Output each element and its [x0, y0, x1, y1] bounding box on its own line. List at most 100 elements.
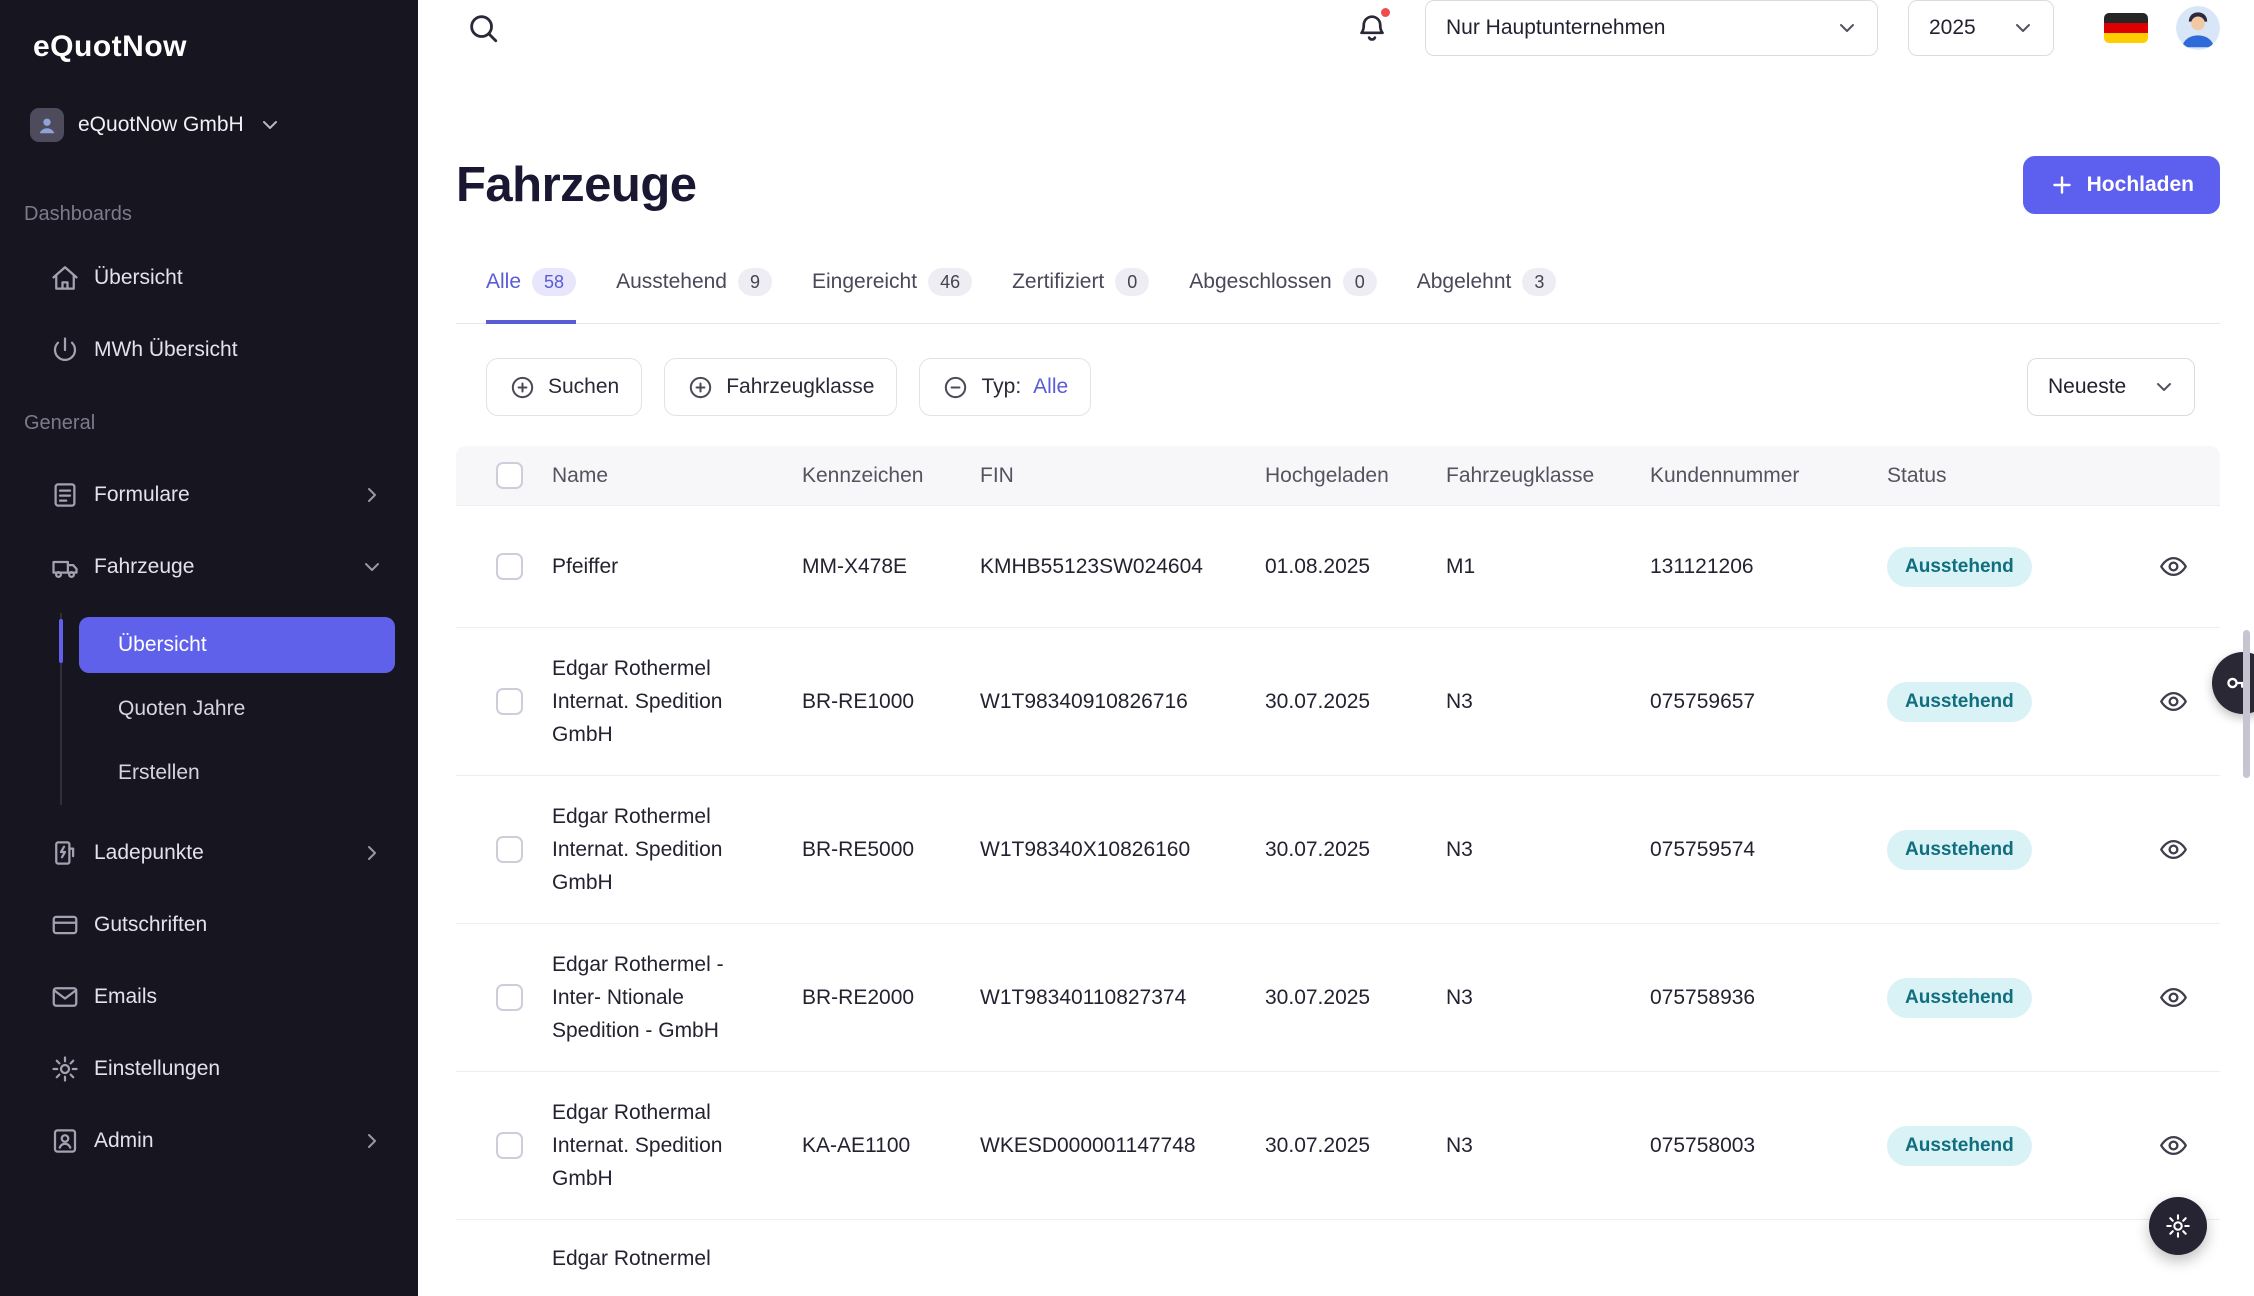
home-icon [50, 263, 80, 293]
cell-kennzeichen: KA-AE1100 [802, 1134, 980, 1158]
sidebar-item-fahrzeuge[interactable]: Fahrzeuge [0, 531, 418, 603]
sidebar-item-admin[interactable]: Admin [0, 1105, 418, 1177]
tab-abgelehnt[interactable]: Abgelehnt 3 [1417, 268, 1557, 324]
row-checkbox[interactable] [456, 553, 552, 580]
row-checkbox[interactable] [456, 836, 552, 863]
sidebar-item-label: Einstellungen [94, 1057, 220, 1081]
search-icon [466, 11, 500, 45]
cell-hochgeladen: 30.07.2025 [1265, 986, 1446, 1010]
column-header-status: Status [1887, 464, 2126, 488]
vehicle-class-filter-button[interactable]: Fahrzeugklasse [664, 358, 897, 416]
sidebar-item-uebersicht[interactable]: Übersicht [0, 242, 418, 314]
sidebar-item-gutschriften[interactable]: Gutschriften [0, 889, 418, 961]
topbar: Nur Hauptunternehmen 2025 [418, 0, 2254, 56]
view-row-button[interactable] [2158, 1130, 2189, 1161]
cell-kundennummer: 075759574 [1650, 838, 1887, 862]
view-row-button[interactable] [2158, 551, 2189, 582]
company-selector[interactable]: eQuotNow GmbH [30, 107, 418, 143]
sort-select[interactable]: Neueste [2027, 358, 2195, 416]
cell-fin: W1T98340X10826160 [980, 838, 1265, 862]
tab-ausstehend[interactable]: Ausstehend 9 [616, 268, 772, 324]
sidebar-item-mwh-uebersicht[interactable]: MWh Übersicht [0, 314, 418, 386]
chevron-down-icon [360, 555, 384, 579]
filter-bar: Suchen Fahrzeugklasse Typ: Alle Neueste [456, 358, 2220, 416]
sidebar-item-ladepunkte[interactable]: Ladepunkte [0, 817, 418, 889]
tab-label: Ausstehend [616, 268, 727, 296]
tab-count-badge: 3 [1522, 268, 1556, 296]
settings-fab-button[interactable] [2149, 1197, 2207, 1255]
fahrzeuge-submenu: Übersicht Quoten Jahre Erstellen [0, 603, 418, 817]
row-checkbox[interactable] [456, 984, 552, 1011]
chevron-down-icon [258, 113, 282, 137]
tab-label: Zertifiziert [1012, 268, 1104, 296]
table-row: Edgar Rothermel Internat. Spedition GmbH… [456, 628, 2220, 776]
credit-icon [50, 910, 80, 940]
company-filter-select[interactable]: Nur Hauptunternehmen [1425, 0, 1878, 56]
type-filter-button[interactable]: Typ: Alle [919, 358, 1091, 416]
status-badge: Ausstehend [1887, 547, 2032, 587]
tab-count-badge: 46 [928, 268, 972, 296]
select-all-checkbox[interactable] [456, 462, 552, 489]
upload-button[interactable]: Hochladen [2023, 156, 2220, 214]
cell-name: Edgar Rothermel Internat. Spedition GmbH [552, 800, 777, 899]
view-row-button[interactable] [2158, 982, 2189, 1013]
cell-name: Edgar Rotnermel [552, 1242, 777, 1275]
cell-kundennummer: 075758936 [1650, 986, 1887, 1010]
submenu-item-quoten-jahre[interactable]: Quoten Jahre [79, 681, 395, 737]
sidebar-item-einstellungen[interactable]: Einstellungen [0, 1033, 418, 1105]
german-flag-icon[interactable] [2104, 13, 2148, 43]
sidebar-section-dashboards: Dashboards [24, 203, 418, 226]
row-checkbox[interactable] [456, 688, 552, 715]
user-avatar[interactable] [2176, 6, 2220, 50]
table-header: Name Kennzeichen FIN Hochgeladen Fahrzeu… [456, 446, 2220, 506]
table-row: Edgar Rothermal Internat. Spedition GmbH… [456, 1072, 2220, 1220]
submenu-item-uebersicht[interactable]: Übersicht [79, 617, 395, 673]
filter-label: Typ: [981, 375, 1021, 399]
cell-kennzeichen: BR-RE1000 [802, 690, 980, 714]
cell-fin: KMHB55123SW024604 [980, 555, 1265, 579]
eye-icon [2158, 1130, 2189, 1161]
notifications-button[interactable] [1355, 11, 1389, 45]
search-filter-button[interactable]: Suchen [486, 358, 642, 416]
page-title: Fahrzeuge [456, 157, 697, 213]
sidebar-item-label: Ladepunkte [94, 841, 204, 865]
gear-icon [2164, 1212, 2192, 1240]
tab-eingereicht[interactable]: Eingereicht 46 [812, 268, 972, 324]
view-row-button[interactable] [2158, 834, 2189, 865]
eye-icon [2158, 834, 2189, 865]
chevron-down-icon [2152, 375, 2176, 399]
year-select[interactable]: 2025 [1908, 0, 2054, 56]
circle-plus-icon [687, 374, 714, 401]
upload-button-label: Hochladen [2087, 173, 2194, 197]
vehicles-table: Name Kennzeichen FIN Hochgeladen Fahrzeu… [456, 446, 2220, 1296]
sidebar-item-label: Gutschriften [94, 913, 207, 937]
table-row: Edgar Rotnermel [456, 1220, 2220, 1296]
filter-label: Fahrzeugklasse [726, 375, 874, 399]
sidebar-item-formulare[interactable]: Formulare [0, 459, 418, 531]
chevron-right-icon [360, 841, 384, 865]
tab-abgeschlossen[interactable]: Abgeschlossen 0 [1189, 268, 1376, 324]
column-header-kundennummer: Kundennummer [1650, 464, 1887, 488]
sidebar-item-label: Admin [94, 1129, 154, 1153]
eye-icon [2158, 551, 2189, 582]
cell-hochgeladen: 30.07.2025 [1265, 838, 1446, 862]
row-checkbox[interactable] [456, 1132, 552, 1159]
sidebar-item-emails[interactable]: Emails [0, 961, 418, 1033]
search-button[interactable] [466, 11, 500, 45]
tab-count-badge: 58 [532, 268, 576, 296]
status-badge: Ausstehend [1887, 978, 2032, 1018]
view-row-button[interactable] [2158, 686, 2189, 717]
scrollbar-thumb[interactable] [2243, 630, 2250, 778]
cell-name: Edgar Rothermal Internat. Spedition GmbH [552, 1096, 777, 1195]
tab-zertifiziert[interactable]: Zertifiziert 0 [1012, 268, 1149, 324]
tab-count-badge: 9 [738, 268, 772, 296]
cell-hochgeladen: 30.07.2025 [1265, 1134, 1446, 1158]
table-row: Pfeiffer MM-X478E KMHB55123SW024604 01.0… [456, 506, 2220, 628]
cell-fahrzeugklasse: M1 [1446, 555, 1650, 579]
submenu-item-erstellen[interactable]: Erstellen [79, 745, 395, 801]
column-header-name: Name [552, 464, 802, 488]
notification-dot [1378, 5, 1393, 20]
tab-label: Abgelehnt [1417, 268, 1512, 296]
tab-alle[interactable]: Alle 58 [486, 268, 576, 324]
circle-minus-icon [942, 374, 969, 401]
